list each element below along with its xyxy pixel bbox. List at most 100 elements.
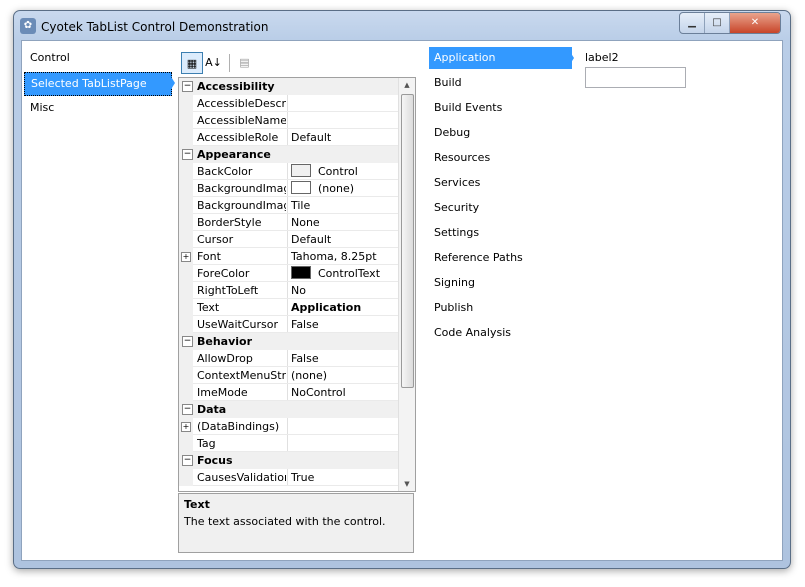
property-name: AccessibleName xyxy=(197,114,286,127)
property-row[interactable]: AccessibleName xyxy=(179,112,398,129)
column-divider xyxy=(287,384,288,401)
property-row[interactable]: Tag xyxy=(179,435,398,452)
collapse-icon[interactable]: − xyxy=(182,81,193,92)
column-divider xyxy=(287,197,288,214)
collapse-icon[interactable]: − xyxy=(182,455,193,466)
color-swatch xyxy=(291,164,311,177)
property-pages-icon[interactable]: ▤ xyxy=(234,52,255,73)
property-value[interactable]: Default xyxy=(291,129,331,146)
row-gutter xyxy=(179,282,193,299)
property-grid-scrollbar[interactable]: ▲ ▼ xyxy=(398,78,415,491)
property-row[interactable]: AccessibleDescripti xyxy=(179,95,398,112)
tab-debug[interactable]: Debug xyxy=(429,122,572,144)
property-row[interactable]: ImeMode NoControl xyxy=(179,384,398,401)
property-value[interactable]: False xyxy=(291,350,319,367)
category-label: Data xyxy=(197,403,227,416)
tab-signing[interactable]: Signing xyxy=(429,272,572,294)
property-row[interactable]: Cursor Default xyxy=(179,231,398,248)
property-value[interactable]: (none) xyxy=(291,180,354,197)
property-value[interactable]: True xyxy=(291,469,314,486)
tab-resources[interactable]: Resources xyxy=(429,147,572,169)
property-row[interactable]: BackColor Control xyxy=(179,163,398,180)
property-row[interactable]: CausesValidation True xyxy=(179,469,398,486)
property-row[interactable]: AllowDrop False xyxy=(179,350,398,367)
property-value[interactable]: None xyxy=(291,214,320,231)
tab-security[interactable]: Security xyxy=(429,197,572,219)
category-row[interactable]: − Appearance xyxy=(179,146,398,163)
tab-build[interactable]: Build xyxy=(429,72,572,94)
property-row[interactable]: RightToLeft No xyxy=(179,282,398,299)
tab-publish[interactable]: Publish xyxy=(429,297,572,319)
page-textbox[interactable] xyxy=(585,67,686,88)
property-value[interactable]: ControlText xyxy=(291,265,380,282)
nav-item-misc[interactable]: Misc xyxy=(24,97,54,119)
property-value-text: Default xyxy=(291,233,332,246)
column-divider xyxy=(287,248,288,265)
property-value-text: Application xyxy=(291,301,362,314)
property-value[interactable]: No xyxy=(291,282,306,299)
property-row[interactable]: ForeColor ControlText xyxy=(179,265,398,282)
column-divider xyxy=(287,265,288,282)
minimize-button[interactable]: ▁ xyxy=(680,13,705,33)
property-value-text: False xyxy=(291,318,319,331)
property-row[interactable]: AccessibleRole Default xyxy=(179,129,398,146)
category-row[interactable]: − Behavior xyxy=(179,333,398,350)
nav-item-control[interactable]: Control xyxy=(24,47,70,69)
expand-icon[interactable]: + xyxy=(181,252,191,262)
tab-code-analysis[interactable]: Code Analysis xyxy=(429,322,572,344)
tab-services[interactable]: Services xyxy=(429,172,572,194)
property-value[interactable]: Application xyxy=(291,299,361,316)
property-row[interactable]: BackgroundImageL Tile xyxy=(179,197,398,214)
property-value[interactable]: Tahoma, 8.25pt xyxy=(291,248,377,265)
row-gutter xyxy=(179,197,193,214)
property-row[interactable]: + Font Tahoma, 8.25pt xyxy=(179,248,398,265)
category-row[interactable]: − Focus xyxy=(179,452,398,469)
property-value[interactable]: (none) xyxy=(291,367,327,384)
column-divider xyxy=(287,316,288,333)
property-value[interactable]: Default xyxy=(291,231,331,248)
property-value[interactable]: Tile xyxy=(291,197,310,214)
property-value-text: (none) xyxy=(318,182,355,195)
collapse-icon[interactable]: − xyxy=(182,404,193,415)
property-value-text: Default xyxy=(291,131,332,144)
property-value-text: Tahoma, 8.25pt xyxy=(291,250,377,263)
category-row[interactable]: − Accessibility xyxy=(179,78,398,95)
alphabetical-sort-icon[interactable]: A↓ xyxy=(203,52,224,73)
category-label: Appearance xyxy=(197,148,271,161)
column-divider xyxy=(287,469,288,486)
tab-build-events[interactable]: Build Events xyxy=(429,97,572,119)
column-divider xyxy=(287,367,288,384)
property-value-text: ControlText xyxy=(318,267,381,280)
property-row[interactable]: BorderStyle None xyxy=(179,214,398,231)
expand-icon[interactable]: + xyxy=(181,422,191,432)
tab-reference-paths[interactable]: Reference Paths xyxy=(429,247,572,269)
property-row[interactable]: BackgroundImage (none) xyxy=(179,180,398,197)
scroll-thumb[interactable] xyxy=(401,94,414,388)
property-row[interactable]: ContextMenuStrip (none) xyxy=(179,367,398,384)
property-name: Text xyxy=(197,301,220,314)
tab-application[interactable]: Application xyxy=(429,47,572,69)
property-row[interactable]: + (DataBindings) xyxy=(179,418,398,435)
tab-settings[interactable]: Settings xyxy=(429,222,572,244)
category-row[interactable]: − Data xyxy=(179,401,398,418)
property-value[interactable]: False xyxy=(291,316,319,333)
row-gutter xyxy=(179,180,193,197)
property-value[interactable]: NoControl xyxy=(291,384,346,401)
row-gutter xyxy=(179,214,193,231)
scroll-up-icon[interactable]: ▲ xyxy=(399,78,415,92)
property-row[interactable]: UseWaitCursor False xyxy=(179,316,398,333)
collapse-icon[interactable]: − xyxy=(182,149,193,160)
scroll-down-icon[interactable]: ▼ xyxy=(399,477,415,491)
nav-item-selected-tablistpage[interactable]: Selected TabListPage xyxy=(24,72,172,96)
property-grid[interactable]: −AccessibilityAccessibleDescripti Accessi… xyxy=(178,77,416,492)
maximize-button[interactable]: □ xyxy=(705,13,730,33)
collapse-icon[interactable]: − xyxy=(182,336,193,347)
property-row[interactable]: Text Application xyxy=(179,299,398,316)
category-label: Focus xyxy=(197,454,233,467)
categorized-view-icon[interactable]: ▦ xyxy=(181,52,203,74)
close-button[interactable]: ✕ xyxy=(730,13,780,33)
color-swatch xyxy=(291,181,311,194)
column-divider xyxy=(287,95,288,112)
row-gutter xyxy=(179,435,193,452)
property-value[interactable]: Control xyxy=(291,163,358,180)
